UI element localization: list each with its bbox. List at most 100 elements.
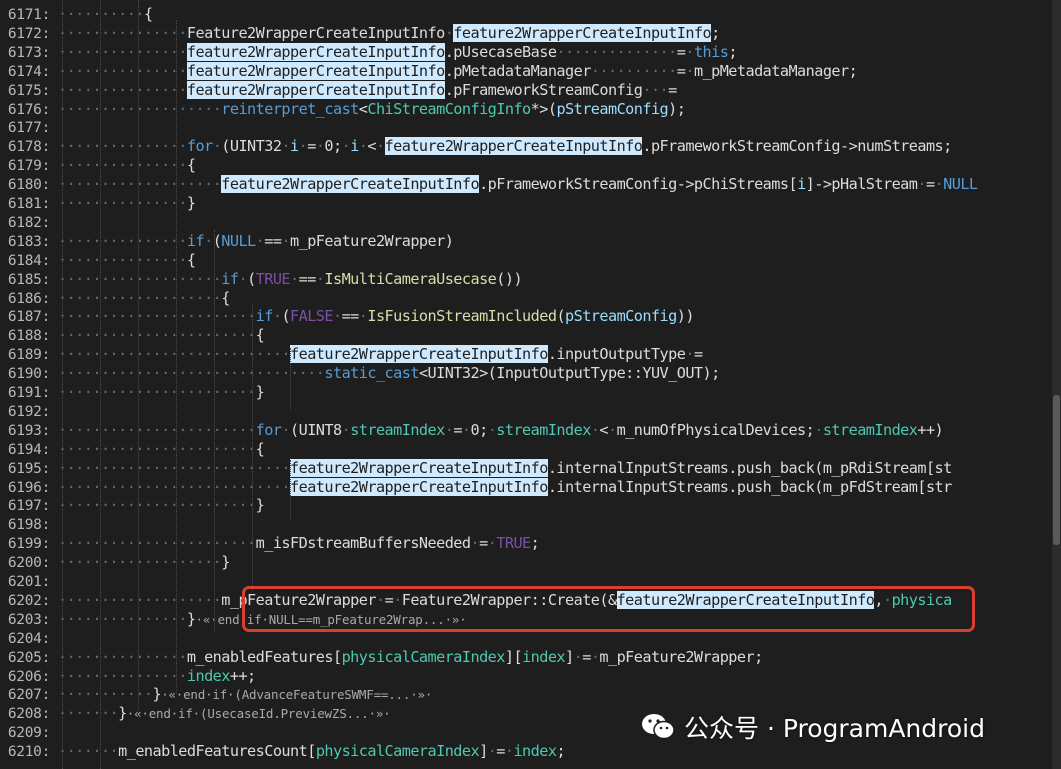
scrollbar-thumb[interactable]: [1053, 395, 1060, 545]
code-line[interactable]: 6185: ···················if·(TRUE·==·IsMu…: [0, 269, 523, 289]
code-editor[interactable]: 6171: ··········{6172: ···············Feat…: [0, 0, 1052, 769]
code-line[interactable]: 6173: ···············feature2WrapperCreat…: [0, 42, 737, 62]
whitespace-marker: ···············: [58, 250, 187, 269]
whitespace-marker: ·······················: [58, 534, 256, 553]
code-line[interactable]: 6176: ···················reinterpret_cast…: [0, 99, 686, 119]
whitespace-marker: ·: [934, 175, 944, 194]
identifier-token: index: [513, 742, 557, 761]
code-line[interactable]: 6184: ···············{: [0, 251, 196, 270]
code-text: ;: [530, 534, 540, 553]
code-line[interactable]: 6195: ···························feature2…: [0, 458, 952, 478]
whitespace-marker: ·······: [58, 704, 119, 723]
search-highlight: feature2WrapperCreateInputInfo: [453, 23, 712, 42]
code-line[interactable]: 6179: ···············{: [0, 156, 196, 175]
whitespace-marker: ···················: [58, 553, 222, 572]
parameter-token: i: [350, 137, 359, 156]
whitespace-marker: ···············: [58, 156, 187, 175]
code-line[interactable]: 6204:: [0, 629, 58, 648]
whitespace-marker: ·: [814, 420, 823, 439]
identifier-token: streamIndex: [350, 420, 445, 439]
code-text: ]: [565, 647, 574, 666]
line-number: 6203:: [7, 611, 50, 628]
code-line[interactable]: 6172: ···············Feature2WrapperCreat…: [0, 23, 720, 43]
search-highlight: feature2WrapperCreateInputInfo: [186, 80, 445, 99]
line-number: 6181:: [7, 196, 50, 212]
watermark: 公众号 · ProgramAndroid: [640, 707, 985, 747]
code-line[interactable]: 6210: ·······m_enabledFeaturesCount[physi…: [0, 742, 566, 761]
code-text: ;: [728, 42, 737, 61]
whitespace-marker: ·······················: [58, 439, 256, 458]
parameter-token: i: [290, 137, 299, 156]
code-line[interactable]: 6188: ·······················{: [0, 326, 265, 345]
code-text: =: [307, 137, 316, 156]
code-line[interactable]: 6181: ···············}: [0, 194, 196, 213]
code-line[interactable]: 6198:: [0, 515, 58, 534]
code-line[interactable]: 6189: ···························feature2…: [0, 345, 703, 364]
line-number: 6209:: [7, 725, 50, 742]
code-line[interactable]: 6187: ·······················if·(FALSE·==…: [0, 307, 695, 326]
code-line[interactable]: 6207: ···········}·«·end·if·(AdvanceFeatu…: [0, 685, 433, 704]
whitespace-marker: ·: [487, 742, 497, 761]
code-line[interactable]: 6171: ··········{: [0, 5, 153, 24]
code-line[interactable]: 6186: ···················{: [0, 289, 231, 308]
whitespace-marker: ···············: [58, 666, 187, 685]
code-line[interactable]: 6180: ···················feature2WrapperC…: [0, 175, 978, 194]
indent-guide: [62, 0, 63, 769]
code-text: =: [582, 647, 591, 666]
literal-token: FALSE: [290, 307, 334, 326]
line-number: 6184:: [7, 252, 50, 269]
code-line[interactable]: 6177:: [0, 118, 58, 137]
code-line[interactable]: 6196: ···························feature2…: [0, 477, 952, 497]
line-number: 6191:: [7, 385, 50, 401]
vertical-scrollbar[interactable]: [1052, 0, 1061, 769]
code-text: m_enabledFeatures[: [186, 647, 342, 666]
code-text: Feature2WrapperCreateInputInfo: [186, 23, 445, 42]
code-text: =: [668, 80, 677, 99]
function-token: IsFusionStreamIncluded: [367, 307, 557, 326]
parameter-token: pStreamConfig: [556, 99, 669, 118]
code-line[interactable]: 6191: ·······················}: [0, 383, 265, 402]
keyword-token: this: [693, 42, 729, 61]
code-text: ()): [496, 269, 523, 288]
code-line[interactable]: 6197: ·······················}: [0, 496, 265, 515]
code-line[interactable]: 6182:: [0, 213, 58, 232]
identifier-token: physicalCameraIndex: [341, 647, 506, 666]
code-text: {: [255, 439, 265, 458]
line-number: 6196:: [7, 479, 50, 496]
whitespace-marker: ·······························: [58, 364, 325, 383]
code-line[interactable]: 6201:: [0, 572, 58, 591]
search-highlight: feature2WrapperCreateInputInfo: [221, 175, 480, 194]
code-line[interactable]: 6190: ·······························stat…: [0, 364, 720, 383]
whitespace-marker: ···················: [58, 590, 222, 609]
code-line[interactable]: 6193: ·······················for·(UINT8·s…: [0, 420, 944, 440]
search-highlight: feature2WrapperCreateInputInfo: [384, 137, 643, 156]
code-line[interactable]: 6208: ·······}·«·end·if·(UsecaseId.Previe…: [0, 704, 391, 723]
whitespace-marker: ···············: [58, 647, 187, 666]
code-line[interactable]: 6192:: [0, 402, 58, 421]
code-line[interactable]: 6174: ···············feature2WrapperCreat…: [0, 61, 858, 81]
code-line[interactable]: 6205: ···············m_enabledFeatures[ph…: [0, 648, 763, 667]
line-number: 6174:: [7, 63, 50, 80]
keyword-token: if: [255, 307, 274, 326]
code-text: .pFrameworkStreamConfig->pChiStreams[: [479, 175, 798, 194]
line-number: 6172:: [7, 25, 50, 42]
search-highlight: feature2WrapperCreateInputInfo: [186, 42, 445, 61]
line-number: 6173:: [7, 44, 50, 61]
code-line[interactable]: 6183: ···············if·(NULL·==·m_pFeatu…: [0, 232, 454, 251]
code-line[interactable]: 6206: ···············index++;: [0, 667, 256, 686]
identifier-token: physicalCameraIndex: [315, 742, 480, 761]
code-line[interactable]: 6194: ·······················{: [0, 439, 265, 459]
code-text: ==: [298, 269, 317, 288]
code-text: ;: [556, 742, 566, 761]
line-number: 6185:: [7, 271, 50, 288]
code-line[interactable]: 6209:: [0, 723, 58, 742]
line-number: 6183:: [7, 233, 50, 250]
code-line[interactable]: 6175: ···············feature2WrapperCreat…: [0, 80, 677, 100]
literal-token: TRUE: [496, 534, 531, 553]
code-line[interactable]: 6199: ·······················m_isFDstream…: [0, 534, 540, 553]
identifier-token: index: [186, 666, 231, 685]
code-text: )): [676, 307, 695, 326]
line-number: 6192:: [7, 403, 50, 420]
code-line[interactable]: 6178: ···············for·(UINT32·i·=·0;·i…: [0, 137, 952, 156]
code-line[interactable]: 6200: ···················}: [0, 553, 231, 572]
